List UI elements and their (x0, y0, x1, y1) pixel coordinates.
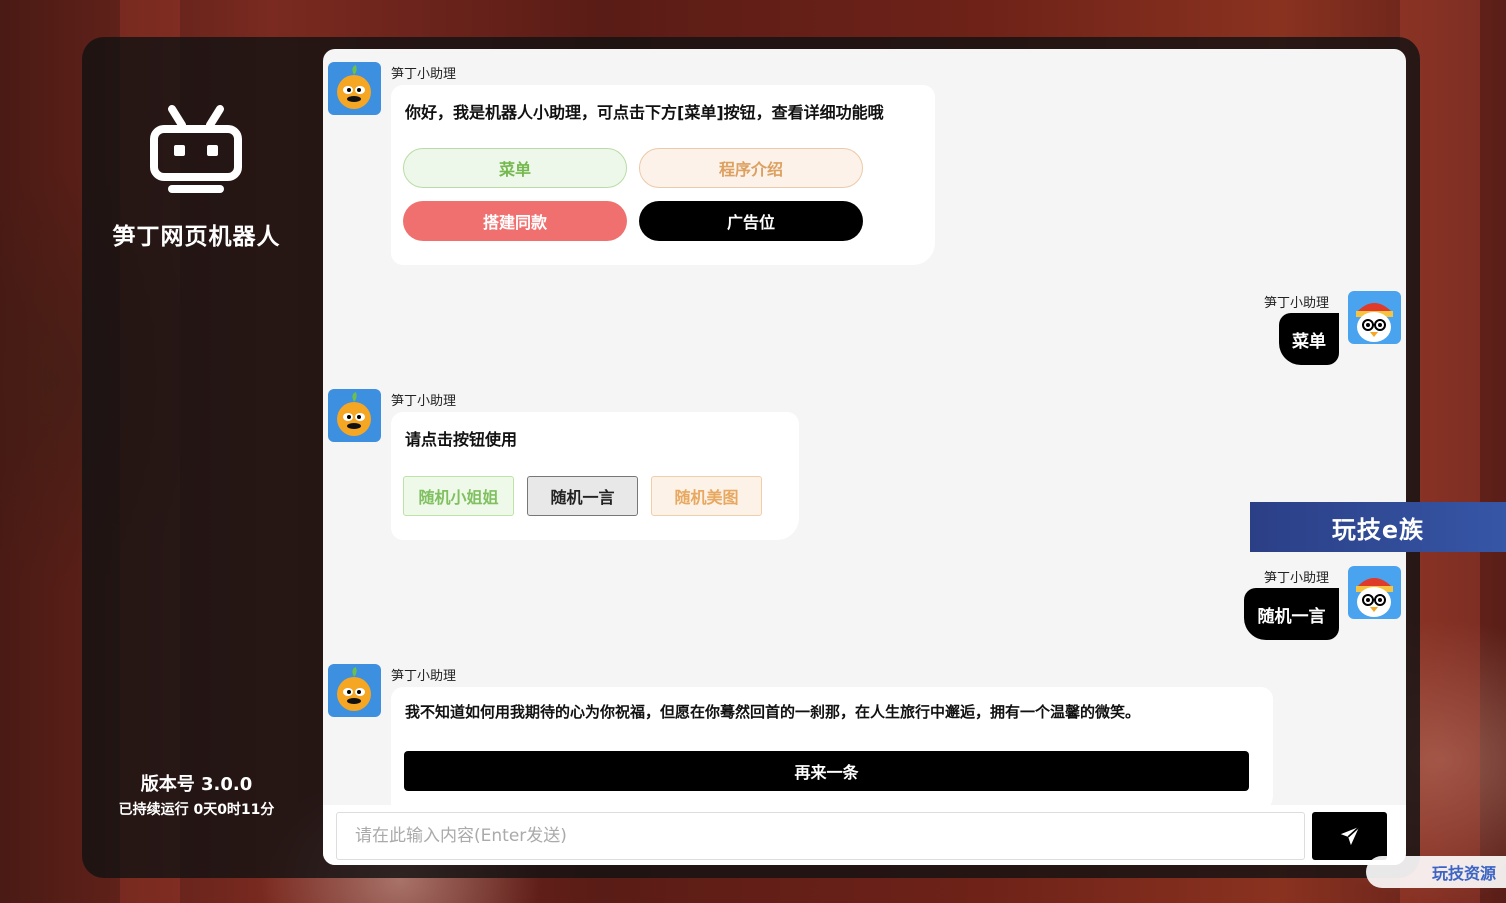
message-input[interactable] (336, 812, 1305, 860)
bot-avatar (328, 664, 381, 717)
sender-name: 笋丁小助理 (391, 394, 457, 409)
ad-slot-button[interactable]: 广告位 (639, 201, 863, 241)
paper-plane-icon (1340, 826, 1360, 846)
random-girl-button[interactable]: 随机小姐姐 (403, 476, 514, 516)
sender-name: 笋丁小助理 (391, 669, 457, 684)
send-button[interactable] (1312, 812, 1387, 860)
message-text: 你好，我是机器人小助理，可点击下方[菜单]按钮，查看详细功能哦 (405, 103, 884, 122)
another-one-button[interactable]: 再来一条 (404, 751, 1249, 791)
user-message-bubble: 随机一言 (1244, 588, 1339, 640)
chat-panel[interactable]: 笋丁小助理 你好，我是机器人小助理，可点击下方[菜单]按钮，查看详细功能哦 菜单… (323, 49, 1406, 865)
bot-avatar (328, 62, 381, 115)
sender-name: 笋丁小助理 (1264, 571, 1330, 586)
uptime-label: 已持续运行 0天0时11分 (118, 802, 275, 818)
user-avatar (1348, 291, 1401, 344)
menu-button[interactable]: 菜单 (403, 148, 627, 188)
message-text: 我不知道如何用我期待的心为你祝福，但愿在你蓦然回首的一刹那，在人生旅行中邂逅，拥… (405, 703, 1141, 721)
watermark-banner: 玩技e族 (1250, 502, 1506, 552)
sender-name: 笋丁小助理 (1264, 296, 1330, 311)
version-label: 版本号 3.0.0 (140, 774, 253, 795)
message-bubble: 请点击按钮使用 随机小姐姐 随机一言 随机美图 (391, 412, 799, 540)
message-bubble: 我不知道如何用我期待的心为你祝福，但愿在你蓦然回首的一刹那，在人生旅行中邂逅，拥… (391, 687, 1273, 817)
app-name: 笋丁网页机器人 (112, 224, 281, 250)
program-intro-button[interactable]: 程序介绍 (639, 148, 863, 188)
user-avatar (1348, 566, 1401, 619)
input-bar (323, 805, 1406, 865)
bot-avatar (328, 389, 381, 442)
robot-icon (150, 105, 242, 197)
message-bubble: 你好，我是机器人小助理，可点击下方[菜单]按钮，查看详细功能哦 菜单 程序介绍 … (391, 85, 935, 265)
sidebar: 笋丁网页机器人 版本号 3.0.0 已持续运行 0天0时11分 (82, 37, 323, 878)
app-window: 笋丁网页机器人 版本号 3.0.0 已持续运行 0天0时11分 笋丁小助理 你好… (82, 37, 1420, 878)
watermark-corner: 玩技资源 (1366, 856, 1506, 888)
random-image-button[interactable]: 随机美图 (651, 476, 762, 516)
message-text: 请点击按钮使用 (405, 430, 518, 449)
build-same-button[interactable]: 搭建同款 (403, 201, 627, 241)
sender-name: 笋丁小助理 (391, 67, 457, 82)
user-message-bubble: 菜单 (1279, 313, 1339, 365)
random-quote-button[interactable]: 随机一言 (527, 476, 638, 516)
